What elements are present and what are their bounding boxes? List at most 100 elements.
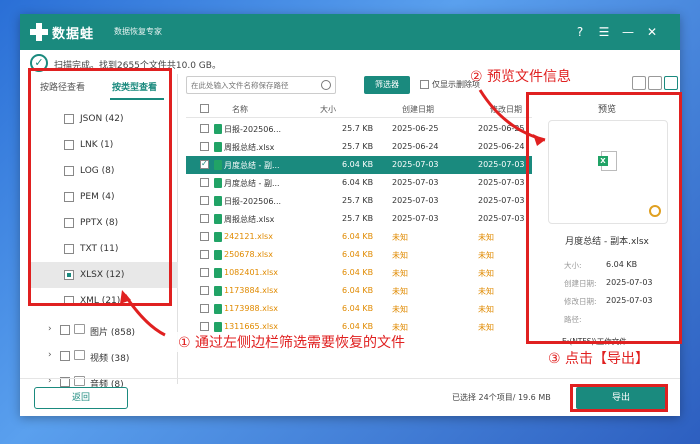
table-row[interactable]: 月度总结 - 副... 6.04 KB 2025-07-03 2025-07-0… <box>186 174 532 192</box>
table-row[interactable]: 1082401.xlsx 6.04 KB 未知 未知 <box>186 264 532 282</box>
cell-name: 1311665.xlsx <box>224 322 279 331</box>
checkbox[interactable] <box>64 218 74 228</box>
export-button[interactable]: 导出 <box>576 387 666 409</box>
scan-status: ✓ 扫描完成。找到2655个文件共10.0 GB。 <box>30 54 670 72</box>
menu-icon[interactable]: ☰ <box>596 24 612 40</box>
row-checkbox[interactable] <box>200 268 209 277</box>
selected-info: 已选择 24个项目/ 19.6 MB <box>452 393 551 402</box>
preview-view-icon[interactable] <box>664 76 678 90</box>
cell-mtime: 2025-07-03 <box>478 196 525 205</box>
cell-size: 25.7 KB <box>342 142 374 151</box>
row-checkbox[interactable] <box>200 232 209 241</box>
header-name[interactable]: 名称 <box>232 104 248 115</box>
cell-size: 25.7 KB <box>342 196 374 205</box>
sidebar-item-pem[interactable]: PEM (4) <box>30 184 178 210</box>
cell-size: 6.04 KB <box>342 178 374 187</box>
chevron-right-icon[interactable]: › <box>48 324 52 334</box>
category-videos[interactable]: › 视频 (38) <box>30 346 178 366</box>
search-input[interactable] <box>191 79 311 92</box>
cell-name: 日报-202506... <box>224 125 282 134</box>
checkbox[interactable] <box>64 296 74 306</box>
row-checkbox[interactable] <box>200 250 209 259</box>
cell-ctime: 2025-06-24 <box>392 142 439 151</box>
video-icon <box>74 350 85 360</box>
sidebar-item-lnk[interactable]: LNK (1) <box>30 132 178 158</box>
scan-status-text: 扫描完成。找到2655个文件共10.0 GB。 <box>54 61 221 71</box>
list-view-icon[interactable] <box>648 76 662 90</box>
row-checkbox[interactable] <box>200 142 209 151</box>
row-checkbox[interactable] <box>200 304 209 313</box>
filter-button[interactable]: 筛选器 <box>364 76 410 94</box>
cell-ctime: 2025-07-03 <box>392 160 439 169</box>
select-all-checkbox[interactable] <box>200 104 209 113</box>
zoom-icon[interactable] <box>649 205 661 217</box>
row-checkbox[interactable] <box>200 159 209 169</box>
cell-name: 周报总结.xlsx <box>224 143 275 152</box>
xlsx-icon <box>214 286 222 296</box>
meta-mtime-label: 修改日期: <box>564 297 597 306</box>
cell-name: 1082401.xlsx <box>224 268 279 277</box>
sidebar-item-log[interactable]: LOG (8) <box>30 158 178 184</box>
search-icon[interactable] <box>321 80 331 90</box>
checkbox[interactable] <box>64 166 74 176</box>
checkbox[interactable] <box>60 351 70 361</box>
sidebar-item-label: LNK (1) <box>80 140 114 150</box>
minimize-icon[interactable]: — <box>620 24 636 40</box>
row-checkbox[interactable] <box>200 124 209 133</box>
sidebar-item-xlsx[interactable]: XLSX (12) <box>30 262 178 288</box>
checkbox[interactable] <box>60 325 70 335</box>
xlsx-icon <box>214 232 222 242</box>
table-row[interactable]: 日报-202506... 25.7 KB 2025-07-03 2025-07-… <box>186 192 532 210</box>
checkbox[interactable] <box>64 140 74 150</box>
cell-mtime: 2025-06-25 <box>478 124 525 133</box>
row-checkbox[interactable] <box>200 196 209 205</box>
table-row[interactable]: 周报总结.xlsx 25.7 KB 2025-06-24 2025-06-24 <box>186 138 532 156</box>
app-name: 数据蛙 <box>52 27 95 42</box>
table-row[interactable]: 日报-202506... 25.7 KB 2025-06-25 2025-06-… <box>186 120 532 138</box>
xlsx-icon <box>214 142 222 152</box>
cell-ctime: 2025-07-03 <box>392 178 439 187</box>
row-checkbox[interactable] <box>200 322 209 331</box>
sidebar-item-xml[interactable]: XML (21) <box>30 288 178 314</box>
meta-size-label: 大小: <box>564 261 582 270</box>
cell-mtime: 2025-07-03 <box>478 178 525 187</box>
header-size[interactable]: 大小 <box>320 104 336 115</box>
sidebar-item-pptx[interactable]: PPTX (8) <box>30 210 178 236</box>
cell-name: 周报总结.xlsx <box>224 215 275 224</box>
checkbox[interactable] <box>64 244 74 254</box>
tab-underline <box>110 98 164 100</box>
sidebar-item-txt[interactable]: TXT (11) <box>30 236 178 262</box>
deleted-only-checkbox[interactable] <box>420 80 429 89</box>
cell-size: 25.7 KB <box>342 214 374 223</box>
table-row[interactable]: 1173884.xlsx 6.04 KB 未知 未知 <box>186 282 532 300</box>
cell-name: 月度总结 - 副... <box>224 179 280 188</box>
grid-view-icon[interactable] <box>632 76 646 90</box>
cell-ctime: 未知 <box>392 233 408 242</box>
meta-path-label: 路径: <box>564 315 582 324</box>
tab-by-path[interactable]: 按路径查看 <box>40 80 85 93</box>
checkbox[interactable] <box>64 192 74 202</box>
table-row[interactable]: 月度总结 - 副... 6.04 KB 2025-07-03 2025-07-0… <box>186 156 532 174</box>
help-icon[interactable]: ? <box>572 24 588 40</box>
table-row[interactable]: 1173988.xlsx 6.04 KB 未知 未知 <box>186 300 532 318</box>
category-images[interactable]: › 图片 (858) <box>30 320 178 340</box>
checkbox[interactable] <box>64 270 74 280</box>
checkbox[interactable] <box>64 114 74 124</box>
cell-size: 6.04 KB <box>342 160 374 169</box>
sidebar-item-json[interactable]: JSON (42) <box>30 106 178 132</box>
xlsx-icon <box>214 196 222 206</box>
row-checkbox[interactable] <box>200 178 209 187</box>
table-row[interactable]: 242121.xlsx 6.04 KB 未知 未知 <box>186 228 532 246</box>
header-ctime[interactable]: 创建日期 <box>402 104 434 115</box>
chevron-right-icon[interactable]: › <box>48 350 52 360</box>
table-row[interactable]: 250678.xlsx 6.04 KB 未知 未知 <box>186 246 532 264</box>
tab-by-type[interactable]: 按类型查看 <box>112 80 157 93</box>
close-icon[interactable]: ✕ <box>644 24 660 40</box>
row-checkbox[interactable] <box>200 286 209 295</box>
header-mtime[interactable]: 修改日期 <box>490 104 522 115</box>
back-button[interactable]: 返回 <box>34 387 128 409</box>
cell-name: 月度总结 - 副... <box>224 161 280 170</box>
table-row[interactable]: 周报总结.xlsx 25.7 KB 2025-07-03 2025-07-03 <box>186 210 532 228</box>
sidebar-item-label: XLSX (12) <box>80 270 125 280</box>
row-checkbox[interactable] <box>200 214 209 223</box>
